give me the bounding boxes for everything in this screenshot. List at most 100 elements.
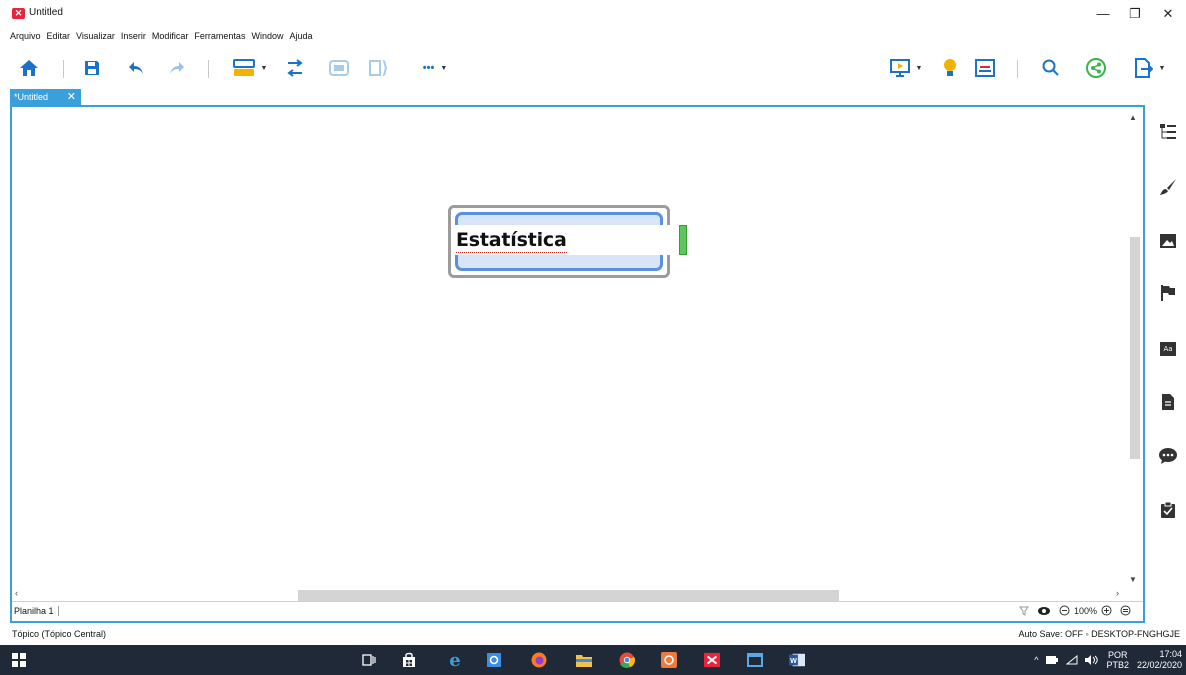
menu-arquivo[interactable]: Arquivo bbox=[10, 31, 41, 45]
word-icon[interactable]: W bbox=[789, 652, 805, 668]
scroll-down-icon[interactable]: ▼ bbox=[1129, 575, 1137, 584]
tab-untitled[interactable]: *Untitled ✕ bbox=[10, 89, 81, 106]
style-icon: Aa bbox=[1160, 342, 1176, 356]
undo-button[interactable] bbox=[126, 56, 146, 80]
system-tray: ^ POR PTB2 17:04 22/02/2020 bbox=[1034, 648, 1182, 672]
window-app-icon[interactable] bbox=[747, 652, 763, 668]
boundary-button[interactable] bbox=[328, 56, 350, 80]
geogebra-icon[interactable] bbox=[661, 652, 677, 668]
menu-visualizar[interactable]: Visualizar bbox=[76, 31, 115, 45]
relationship-button[interactable] bbox=[284, 56, 306, 80]
menu-ajuda[interactable]: Ajuda bbox=[289, 31, 312, 45]
horizontal-scroll-thumb[interactable] bbox=[298, 590, 839, 601]
menu-ferramentas[interactable]: Ferramentas bbox=[194, 31, 245, 45]
outlook-icon[interactable] bbox=[486, 652, 502, 668]
topic-insert-button[interactable]: ▼ bbox=[230, 56, 270, 80]
right-panel: Aa bbox=[1150, 105, 1186, 625]
svg-text:W: W bbox=[790, 657, 797, 665]
volume-icon[interactable] bbox=[1084, 655, 1099, 665]
vertical-scroll-thumb[interactable] bbox=[1130, 237, 1140, 459]
file-explorer-icon[interactable] bbox=[576, 652, 592, 668]
status-autosave: Auto Save: OFF ◦ DESKTOP-FNGHGJE bbox=[1018, 629, 1180, 639]
format-button[interactable] bbox=[1158, 177, 1178, 197]
chevron-down-icon: ▼ bbox=[440, 64, 448, 72]
vertical-scrollbar[interactable]: ▲ ▼ bbox=[1126, 109, 1143, 589]
menu-editar[interactable]: Editar bbox=[47, 31, 71, 45]
input-language[interactable]: POR PTB2 bbox=[1106, 650, 1129, 670]
topic-resize-handle[interactable] bbox=[679, 225, 687, 255]
xmind-logo-icon: ✕ bbox=[12, 8, 25, 19]
home-icon bbox=[20, 60, 38, 76]
gantt-icon bbox=[975, 59, 995, 77]
redo-icon bbox=[170, 62, 184, 74]
zoom-out-icon[interactable] bbox=[1059, 605, 1070, 616]
notes-button[interactable] bbox=[1158, 392, 1178, 412]
internet-explorer-icon[interactable]: e bbox=[447, 650, 463, 671]
scroll-up-icon[interactable]: ▲ bbox=[1129, 113, 1137, 122]
tab-label: *Untitled bbox=[14, 92, 49, 102]
svg-text:Aa: Aa bbox=[1163, 345, 1172, 353]
presentation-icon bbox=[889, 59, 910, 77]
outline-button[interactable] bbox=[1158, 122, 1178, 142]
home-button[interactable] bbox=[18, 56, 40, 80]
zoom-level: 100% bbox=[1073, 605, 1097, 616]
search-button[interactable] bbox=[1040, 56, 1062, 80]
scroll-right-icon[interactable]: › bbox=[1116, 588, 1119, 598]
sheet-bar: Planilha 1 100% bbox=[12, 601, 1143, 621]
minimize-button[interactable]: — bbox=[1090, 4, 1116, 24]
brainstorm-button[interactable] bbox=[940, 56, 960, 80]
marker-button[interactable] bbox=[1158, 283, 1178, 303]
summary-button[interactable] bbox=[368, 56, 390, 80]
gantt-button[interactable] bbox=[974, 56, 996, 80]
flag-icon bbox=[1161, 285, 1175, 301]
redo-button[interactable] bbox=[167, 56, 187, 80]
mindmap-canvas[interactable]: ▲ ▼ ‹ › Planilha 1 100% bbox=[10, 105, 1145, 623]
eye-icon[interactable] bbox=[1037, 606, 1051, 616]
filter-icon[interactable] bbox=[1018, 606, 1029, 616]
undo-icon bbox=[129, 62, 143, 74]
battery-icon[interactable] bbox=[1046, 656, 1059, 664]
sheet-tab[interactable]: Planilha 1 bbox=[14, 606, 59, 616]
zoom-controls: 100% bbox=[1015, 605, 1135, 616]
chrome-icon[interactable] bbox=[619, 652, 635, 668]
menu-bar: Arquivo Editar Visualizar Inserir Modifi… bbox=[10, 31, 319, 45]
presentation-button[interactable]: ▼ bbox=[884, 56, 928, 80]
save-icon bbox=[85, 61, 99, 75]
xmind-taskbar-icon[interactable] bbox=[704, 652, 720, 668]
zoom-in-icon[interactable] bbox=[1101, 605, 1112, 616]
tasks-button[interactable] bbox=[1158, 500, 1178, 520]
export-button[interactable]: ▼ bbox=[1128, 56, 1172, 80]
share-button[interactable] bbox=[1085, 56, 1107, 80]
share-icon bbox=[1086, 58, 1106, 78]
menu-modificar[interactable]: Modificar bbox=[152, 31, 189, 45]
export-icon bbox=[1134, 58, 1153, 78]
toolbar-separator bbox=[63, 60, 64, 78]
task-view-icon[interactable] bbox=[361, 652, 377, 668]
tray-chevron-up-icon[interactable]: ^ bbox=[1034, 655, 1038, 665]
windows-start-icon[interactable] bbox=[11, 652, 27, 668]
image-button[interactable] bbox=[1158, 231, 1178, 251]
firefox-icon[interactable] bbox=[531, 652, 547, 668]
close-button[interactable]: ✕ bbox=[1155, 4, 1181, 24]
menu-inserir[interactable]: Inserir bbox=[121, 31, 146, 45]
scroll-left-icon[interactable]: ‹ bbox=[15, 588, 18, 598]
central-topic-text[interactable]: Estatística bbox=[456, 228, 567, 253]
tab-close-icon[interactable]: ✕ bbox=[67, 89, 76, 106]
more-button[interactable]: ••• ▼ bbox=[412, 56, 458, 80]
wifi-icon[interactable] bbox=[1066, 655, 1078, 665]
store-icon[interactable] bbox=[401, 652, 417, 668]
maximize-button[interactable]: ❐ bbox=[1122, 4, 1148, 24]
fit-icon[interactable] bbox=[1120, 605, 1131, 616]
lightbulb-icon bbox=[944, 59, 956, 76]
relationship-icon bbox=[287, 59, 303, 77]
save-button[interactable] bbox=[82, 56, 102, 80]
style-button[interactable]: Aa bbox=[1158, 339, 1178, 359]
horizontal-scrollbar[interactable]: ‹ › bbox=[12, 588, 1126, 601]
menu-window[interactable]: Window bbox=[251, 31, 283, 45]
chevron-down-icon: ▼ bbox=[260, 64, 268, 72]
title-bar: ✕ Untitled — ❐ ✕ bbox=[0, 0, 1186, 28]
toolbar-separator bbox=[1017, 60, 1018, 78]
clock[interactable]: 17:04 22/02/2020 bbox=[1137, 649, 1182, 671]
main-toolbar: ▼ ••• ▼ ▼ ▼ bbox=[0, 50, 1186, 86]
comments-button[interactable] bbox=[1158, 446, 1178, 466]
